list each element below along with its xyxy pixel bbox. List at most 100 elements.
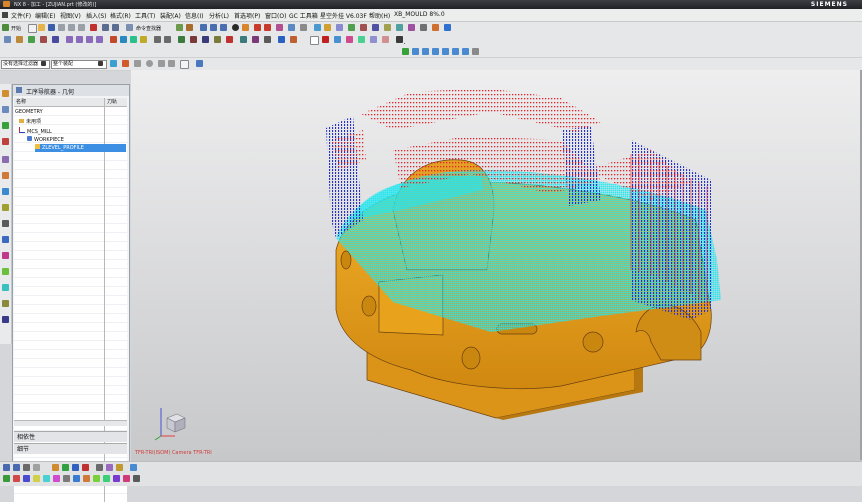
measure-icon[interactable] — [300, 24, 307, 31]
transform-object-icon[interactable] — [252, 36, 259, 43]
reuse-library-icon[interactable] — [2, 156, 9, 163]
wcs-icon[interactable] — [186, 24, 193, 31]
fit-icon[interactable] — [200, 24, 207, 31]
color-icon[interactable] — [276, 24, 283, 31]
section-details[interactable]: 细节 — [14, 443, 127, 454]
layer-settings-icon[interactable] — [346, 36, 353, 43]
bottom-icon-t[interactable] — [73, 475, 80, 482]
toolbar-overflow-icon[interactable] — [404, 43, 405, 44]
snap-point-icon[interactable] — [122, 60, 129, 67]
menu-xb-mould[interactable]: XB_MOULD 8%.0 — [394, 11, 445, 18]
selection-box-icon[interactable] — [310, 36, 319, 45]
menu-help[interactable]: 帮助(H) — [369, 11, 390, 20]
bottom-icon-p[interactable] — [33, 475, 40, 482]
create-method-icon[interactable] — [40, 36, 47, 43]
palettes-icon[interactable] — [2, 300, 9, 307]
snap-icon[interactable] — [288, 24, 295, 31]
output-cls-icon[interactable] — [178, 36, 185, 43]
box-select-icon[interactable] — [180, 60, 189, 69]
bottom-icon-k[interactable] — [116, 464, 123, 471]
save-icon[interactable] — [48, 24, 55, 31]
menu-gc-toolbox[interactable]: GC 工具箱 — [289, 11, 318, 20]
bottom-icon-r[interactable] — [53, 475, 60, 482]
measure-distance-icon[interactable] — [382, 36, 389, 43]
create-tool-icon[interactable] — [16, 36, 23, 43]
column-header-name[interactable]: 名称 — [14, 98, 104, 107]
bottom-icon-l[interactable] — [130, 464, 137, 471]
rotate-icon[interactable] — [220, 24, 227, 31]
paste-icon[interactable] — [78, 24, 85, 31]
cube-icon[interactable] — [196, 60, 203, 67]
column-header-toolpath[interactable]: 刀轨 — [104, 98, 127, 107]
undo-icon[interactable] — [102, 24, 109, 31]
view-icon-d[interactable] — [432, 48, 439, 55]
tree-item-mcs-mill[interactable]: MCS_MILL — [19, 127, 52, 135]
menu-preferences[interactable]: 首选项(P) — [234, 11, 260, 20]
web-browser-icon[interactable] — [2, 188, 9, 195]
menu-file[interactable]: 文件(F) — [11, 11, 31, 20]
tree-item-workpiece[interactable]: WORKPIECE — [27, 136, 64, 144]
start-button[interactable]: 开始 — [11, 25, 21, 32]
bottom-icon-a[interactable] — [3, 464, 10, 471]
tree-item-zlevel-profile[interactable]: ZLEVEL_PROFILE — [35, 144, 126, 152]
view-icon-c[interactable] — [422, 48, 429, 55]
toolbar-option-icon-f[interactable] — [372, 24, 379, 31]
tree-item-unused[interactable]: 未用项 — [19, 118, 41, 126]
zoom-icon[interactable] — [210, 24, 217, 31]
tree-item-geometry[interactable]: GEOMETRY — [15, 109, 43, 117]
bottom-icon-g[interactable] — [72, 464, 79, 471]
menu-window[interactable]: 窗口(O) — [265, 11, 286, 20]
end-point-icon[interactable] — [158, 60, 165, 67]
feed-speed-icon[interactable] — [278, 36, 285, 43]
info-window-icon[interactable] — [2, 316, 9, 323]
create-geometry-icon[interactable] — [28, 36, 35, 43]
start-icon[interactable] — [2, 24, 9, 31]
toolbar-option-icon-a[interactable] — [314, 24, 321, 31]
hd3d-tools-icon[interactable] — [2, 172, 9, 179]
view-icon-b[interactable] — [412, 48, 419, 55]
render-style-icon[interactable] — [242, 24, 249, 31]
bottom-icon-n[interactable] — [13, 475, 20, 482]
toolbar-option-icon-c[interactable] — [336, 24, 343, 31]
generate-toolpath-icon[interactable] — [110, 36, 117, 43]
geometry-view-icon[interactable] — [86, 36, 93, 43]
toolbar-option-icon-d[interactable] — [348, 24, 355, 31]
hide-icon[interactable] — [322, 36, 329, 43]
menu-insert[interactable]: 插入(S) — [86, 11, 107, 20]
section-view-icon[interactable] — [264, 24, 271, 31]
point-type-icon[interactable] — [134, 60, 141, 67]
bottom-icon-x[interactable] — [113, 475, 120, 482]
bottom-icon-z[interactable] — [133, 475, 140, 482]
cut-object-icon[interactable] — [202, 36, 209, 43]
bottom-icon-u[interactable] — [83, 475, 90, 482]
mid-point-icon[interactable] — [168, 60, 175, 67]
bottom-icon-f[interactable] — [62, 464, 69, 471]
info-icon[interactable] — [370, 36, 377, 43]
select-all-icon[interactable] — [110, 60, 117, 67]
simulate-machine-icon[interactable] — [140, 36, 147, 43]
layer-icon[interactable] — [176, 24, 183, 31]
bottom-icon-w[interactable] — [103, 475, 110, 482]
shaded-icon[interactable] — [232, 24, 239, 31]
toolbar-option-icon-g[interactable] — [384, 24, 391, 31]
bottom-icon-m[interactable] — [3, 475, 10, 482]
menu-tools[interactable]: 工具(T) — [135, 11, 155, 20]
toolbar-option-icon-e[interactable] — [360, 24, 367, 31]
command-finder-icon[interactable] — [126, 24, 133, 31]
show-icon[interactable] — [334, 36, 341, 43]
menu-analysis[interactable]: 分析(L) — [209, 11, 229, 20]
open-icon[interactable] — [38, 24, 45, 31]
edit-object-icon[interactable] — [190, 36, 197, 43]
app-menu-icon[interactable] — [2, 12, 8, 18]
bottom-icon-d[interactable] — [33, 464, 40, 471]
roles-icon[interactable] — [2, 268, 9, 275]
menu-view[interactable]: 视图(V) — [60, 11, 81, 20]
create-program-icon[interactable] — [4, 36, 11, 43]
replay-toolpath-icon[interactable] — [120, 36, 127, 43]
toolbar-option-icon-b[interactable] — [324, 24, 331, 31]
verify-toolpath-icon[interactable] — [130, 36, 137, 43]
bottom-icon-v[interactable] — [93, 475, 100, 482]
display-object-icon[interactable] — [240, 36, 247, 43]
bottom-icon-y[interactable] — [123, 475, 130, 482]
tool-path-list-icon[interactable] — [290, 36, 297, 43]
